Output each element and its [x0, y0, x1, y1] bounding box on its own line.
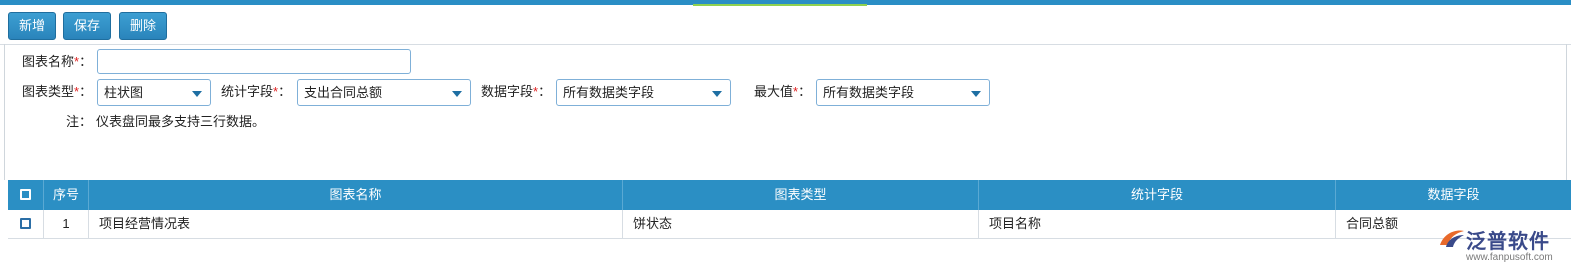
select-all-cell — [8, 180, 44, 210]
max-value-select[interactable]: 所有数据类字段 — [816, 79, 990, 106]
top-accent-bar — [0, 0, 1571, 6]
chart-name-label: 图表名称*： — [22, 54, 93, 69]
form-right-border — [1566, 44, 1567, 180]
note-text: 仪表盘同最多支持三行数据。 — [96, 114, 266, 129]
header-stat-field[interactable]: 统计字段 — [979, 180, 1336, 210]
add-button[interactable]: 新增 — [8, 12, 56, 40]
row-chart-type: 饼状态 — [623, 210, 979, 238]
row-chart-name: 项目经营情况表 — [89, 210, 623, 238]
row-stat-field: 项目名称 — [979, 210, 1336, 238]
header-data-field[interactable]: 数据字段 — [1336, 180, 1571, 210]
chevron-down-icon — [712, 91, 722, 97]
header-index[interactable]: 序号 — [44, 180, 89, 210]
chart-type-label: 图表类型*： — [22, 84, 93, 99]
note-label: 注： — [66, 114, 93, 129]
row-index: 1 — [44, 210, 89, 238]
brand-logo: 泛普软件 www.fanpusoft.com — [1436, 222, 1566, 270]
header-chart-type[interactable]: 图表类型 — [623, 180, 979, 210]
data-field-label: 数据字段*： — [481, 84, 552, 99]
data-field-value: 所有数据类字段 — [563, 85, 655, 100]
table-header: 序号 图表名称 图表类型 统计字段 数据字段 — [8, 180, 1571, 210]
stat-field-select[interactable]: 支出合同总额 — [297, 79, 471, 106]
toolbar: 新增 保存 删除 — [0, 6, 1571, 45]
brand-logo-icon — [1440, 230, 1464, 247]
chart-name-input[interactable] — [97, 49, 411, 74]
save-button[interactable]: 保存 — [63, 12, 111, 40]
data-field-select[interactable]: 所有数据类字段 — [556, 79, 731, 106]
chart-type-select[interactable]: 柱状图 — [97, 79, 211, 106]
header-chart-name[interactable]: 图表名称 — [89, 180, 623, 210]
stat-field-value: 支出合同总额 — [304, 85, 383, 100]
row-checkbox[interactable] — [20, 218, 31, 229]
row-select-cell — [8, 210, 44, 238]
max-value-label: 最大值*： — [754, 84, 812, 99]
brand-name: 泛普软件 — [1466, 231, 1550, 253]
chevron-down-icon — [971, 91, 981, 97]
form-left-border — [4, 44, 5, 180]
chevron-down-icon — [452, 91, 462, 97]
brand-url: www.fanpusoft.com — [1466, 252, 1553, 263]
select-all-checkbox[interactable] — [20, 189, 31, 200]
delete-button[interactable]: 删除 — [119, 12, 167, 40]
chart-type-value: 柱状图 — [104, 85, 144, 100]
max-value-value: 所有数据类字段 — [823, 85, 915, 100]
table-row[interactable]: 1 项目经营情况表 饼状态 项目名称 合同总额 — [8, 210, 1571, 239]
chevron-down-icon — [192, 91, 202, 97]
stat-field-label: 统计字段*： — [221, 84, 292, 99]
